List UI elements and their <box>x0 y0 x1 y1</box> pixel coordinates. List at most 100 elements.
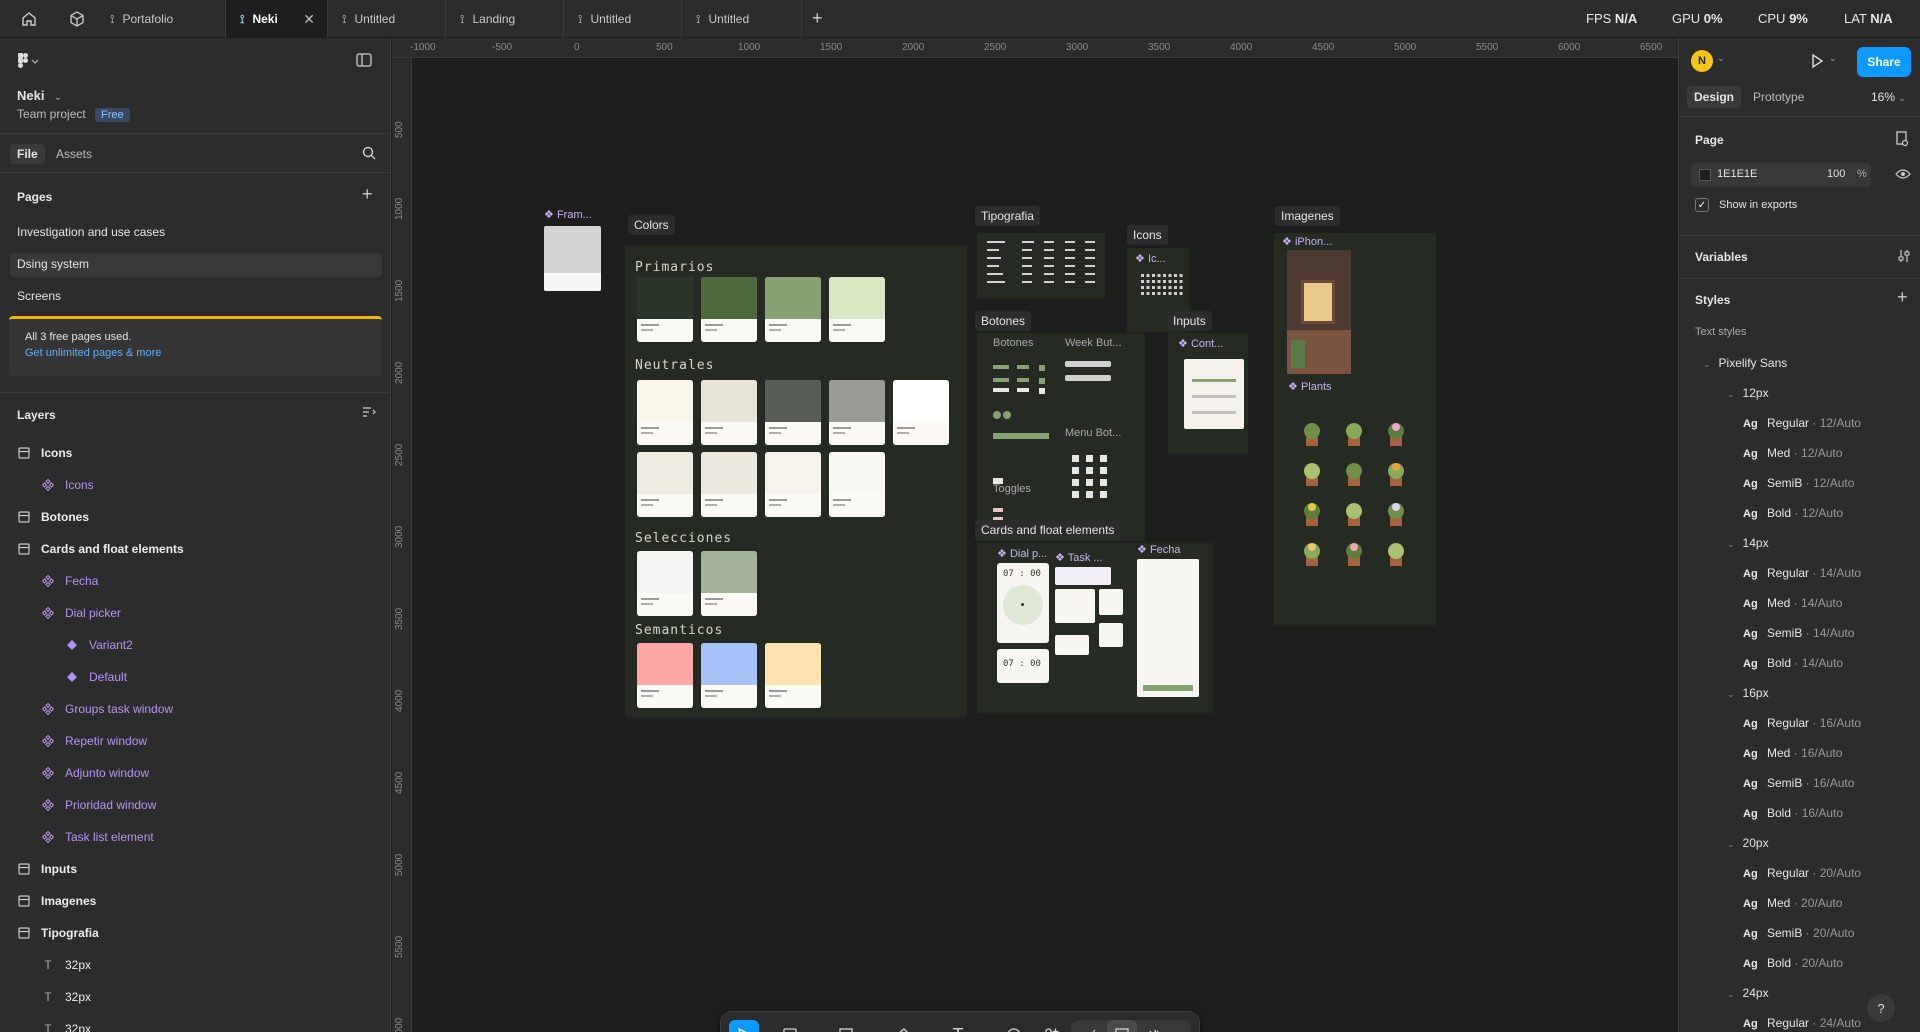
text-style-item[interactable]: Ag Bold · 12/Auto <box>1743 506 1843 520</box>
text-tool-icon[interactable]: T <box>943 1020 973 1032</box>
pen-tool-icon[interactable] <box>887 1020 917 1032</box>
design-mode-icon[interactable] <box>1107 1020 1137 1032</box>
text-style-item[interactable]: Ag Bold · 14/Auto <box>1743 656 1843 670</box>
bg-hex-value[interactable]: 1E1E1E <box>1717 168 1757 180</box>
color-swatch-semanticos[interactable] <box>637 643 693 708</box>
style-size-group[interactable]: ⌄ 20px <box>1727 836 1769 850</box>
layer-item[interactable]: Tipografia <box>17 918 99 948</box>
sidebar-toggle-icon[interactable] <box>356 53 372 67</box>
page-item-investigation[interactable]: Investigation and use cases <box>17 225 165 239</box>
text-style-item[interactable]: Ag Regular · 12/Auto <box>1743 416 1861 430</box>
botones-frame-label[interactable]: Botones <box>975 311 1032 331</box>
layer-item[interactable]: Repetir window <box>41 726 147 756</box>
layer-item[interactable]: Adjunto window <box>41 758 149 788</box>
help-button[interactable]: ? <box>1867 994 1895 1022</box>
layers-sort-icon[interactable] <box>362 406 376 418</box>
page-settings-icon[interactable] <box>1895 131 1909 147</box>
layer-item[interactable]: Inputs <box>17 854 77 884</box>
layer-item[interactable]: T 32px <box>41 982 91 1012</box>
color-swatch-neutrales2[interactable] <box>637 452 693 517</box>
color-swatch-selecciones[interactable] <box>701 551 757 616</box>
actions-tool-icon[interactable] <box>1037 1020 1067 1032</box>
tab-untitled-1[interactable]: ⟟ Untitled <box>328 0 446 38</box>
text-style-item[interactable]: Ag SemiB · 14/Auto <box>1743 626 1854 640</box>
frame-tool-icon[interactable] <box>775 1020 805 1032</box>
zoom-dropdown[interactable]: 16% ⌄ <box>1871 90 1906 104</box>
tipografia-frame[interactable] <box>977 233 1105 299</box>
botones-frame[interactable]: Botones Week But... Menu Bot... Toggles <box>977 333 1145 541</box>
style-size-group[interactable]: ⌄ 24px <box>1727 986 1769 1000</box>
dev-mode-icon[interactable] <box>1139 1020 1169 1032</box>
color-swatch-neutrales[interactable] <box>701 380 757 445</box>
imagenes-frame[interactable]: ❖ iPhon... ❖ Plants <box>1274 233 1436 625</box>
text-style-item[interactable]: Ag SemiB · 12/Auto <box>1743 476 1854 490</box>
font-family-group[interactable]: ⌄ Pixelify Sans <box>1703 356 1787 370</box>
tab-untitled-2[interactable]: ⟟ Untitled <box>564 0 682 38</box>
plan-badge[interactable]: Free <box>95 108 130 122</box>
close-icon[interactable]: ✕ <box>303 11 315 28</box>
color-swatch-neutrales[interactable] <box>893 380 949 445</box>
tab-untitled-3[interactable]: ⟟ Untitled <box>682 0 802 38</box>
layer-item[interactable]: Icons <box>17 438 72 468</box>
community-icon[interactable] <box>68 10 86 28</box>
page-item-screens[interactable]: Screens <box>17 289 61 303</box>
color-swatch-neutrales2[interactable] <box>765 452 821 517</box>
style-size-group[interactable]: ⌄ 16px <box>1727 686 1769 700</box>
page-bg-field[interactable]: 1E1E1E 100 % <box>1691 163 1871 187</box>
tab-neki[interactable]: ⟟ Neki ✕ <box>226 0 328 38</box>
move-tool-icon[interactable] <box>729 1020 759 1032</box>
color-swatch-neutrales2[interactable] <box>701 452 757 517</box>
draw-mode-icon[interactable] <box>1077 1020 1107 1032</box>
color-swatch-primarios[interactable] <box>765 277 821 342</box>
frame-label[interactable]: ❖ Fram... <box>544 208 592 221</box>
avatar[interactable]: N <box>1691 50 1713 72</box>
tab-portafolio[interactable]: ⟟ Portafolio <box>96 0 226 38</box>
layer-item[interactable]: Task list element <box>41 822 154 852</box>
layer-item[interactable]: Default <box>65 662 127 692</box>
text-style-item[interactable]: Ag SemiB · 16/Auto <box>1743 776 1854 790</box>
project-name[interactable]: Neki ⌄ <box>17 88 62 103</box>
text-style-item[interactable]: Ag Regular · 14/Auto <box>1743 566 1861 580</box>
imagenes-frame-label[interactable]: Imagenes <box>1275 206 1340 226</box>
bg-opacity-value[interactable]: 100 <box>1827 168 1845 180</box>
frame-thumbnail[interactable] <box>544 226 601 291</box>
layer-item[interactable]: Fecha <box>41 566 98 596</box>
bg-color-swatch[interactable] <box>1699 169 1711 181</box>
color-swatch-neutrales[interactable] <box>637 380 693 445</box>
colors-frame-label[interactable]: Colors <box>628 215 675 235</box>
layer-item[interactable]: Botones <box>17 502 89 532</box>
text-style-item[interactable]: Ag SemiB · 20/Auto <box>1743 926 1854 940</box>
shape-tool-icon[interactable] <box>831 1020 861 1032</box>
text-style-item[interactable]: Ag Regular · 16/Auto <box>1743 716 1861 730</box>
style-size-group[interactable]: ⌄ 12px <box>1727 386 1769 400</box>
layer-item[interactable]: T 32px <box>41 1014 91 1032</box>
comment-tool-icon[interactable] <box>999 1020 1029 1032</box>
main-menu-icon[interactable] <box>17 52 39 70</box>
tab-prototype[interactable]: Prototype <box>1753 90 1804 104</box>
layer-item[interactable]: Imagenes <box>17 886 96 916</box>
layer-item[interactable]: Prioridad window <box>41 790 156 820</box>
layer-item[interactable]: Variant2 <box>65 630 133 660</box>
tab-design[interactable]: Design <box>1687 86 1742 108</box>
text-style-item[interactable]: Ag Regular · 24/Auto <box>1743 1016 1861 1030</box>
visibility-eye-icon[interactable] <box>1895 168 1911 180</box>
inputs-frame-label[interactable]: Inputs <box>1167 311 1212 331</box>
avatar-chevron-icon[interactable]: ⌄ <box>1717 53 1725 64</box>
tipografia-frame-label[interactable]: Tipografia <box>975 206 1040 226</box>
home-icon[interactable] <box>20 10 38 28</box>
colors-frame[interactable]: Primarios Neutrales Selecciones Semantic… <box>625 245 967 717</box>
present-chevron-icon[interactable]: ⌄ <box>1829 53 1837 64</box>
text-style-item[interactable]: Ag Med · 16/Auto <box>1743 746 1842 760</box>
color-swatch-primarios[interactable] <box>701 277 757 342</box>
tab-landing[interactable]: ⟟ Landing <box>446 0 564 38</box>
layer-item[interactable]: Groups task window <box>41 694 173 724</box>
show-exports-checkbox[interactable]: ✓ <box>1695 198 1709 212</box>
text-style-item[interactable]: Ag Bold · 16/Auto <box>1743 806 1843 820</box>
text-style-item[interactable]: Ag Med · 20/Auto <box>1743 896 1842 910</box>
variables-settings-icon[interactable] <box>1897 249 1911 263</box>
text-style-item[interactable]: Ag Med · 14/Auto <box>1743 596 1842 610</box>
inputs-frame[interactable]: ❖ Cont... <box>1168 333 1248 453</box>
icons-frame-label[interactable]: Icons <box>1127 225 1168 245</box>
search-icon[interactable] <box>362 146 376 160</box>
page-item-dsing-system[interactable]: Dsing system <box>17 257 89 271</box>
